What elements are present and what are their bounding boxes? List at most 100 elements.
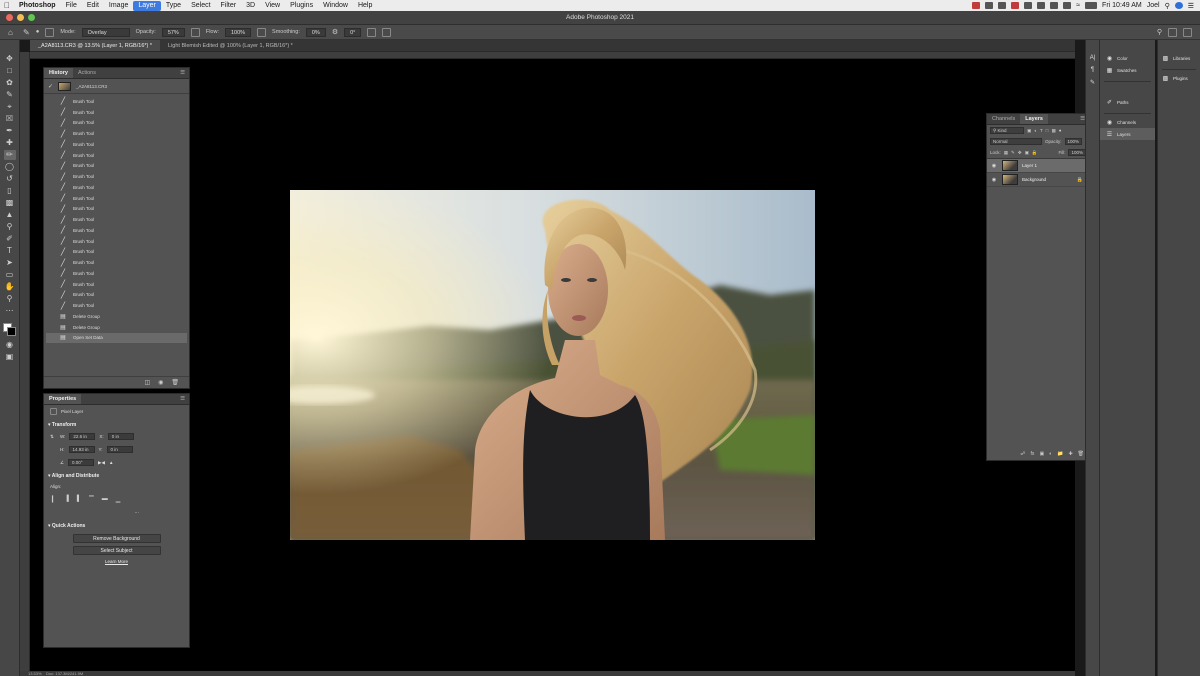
lock-image-icon[interactable]: ✎ (1011, 150, 1015, 156)
menu-help[interactable]: Help (353, 0, 377, 11)
eyedropper-tool-icon[interactable]: ✒ (4, 126, 16, 136)
dock-item-color[interactable]: ◉ Color (1100, 52, 1155, 64)
snapshot-brush-source-icon[interactable]: ✓ (48, 83, 53, 90)
search-icon[interactable]: ⚲ (1157, 28, 1162, 37)
status-bluetooth-icon[interactable] (1050, 2, 1059, 9)
link-dimensions-icon[interactable]: ⇅ (50, 434, 56, 440)
lock-position-icon[interactable]: ✥ (1018, 150, 1022, 156)
vertical-ruler[interactable] (20, 52, 30, 676)
background-color-swatch[interactable] (6, 327, 16, 336)
blur-tool-icon[interactable]: ▲ (4, 210, 16, 220)
zoom-tool-icon[interactable]: ⚲ (4, 294, 16, 304)
history-step[interactable]: ╱ Brush Tool (46, 236, 187, 247)
wifi-icon[interactable]: ≈ (1076, 2, 1080, 9)
history-snapshot[interactable]: ✓ _A2A8113.CR3 (44, 79, 189, 94)
horizontal-ruler[interactable] (30, 52, 1075, 59)
airbrush-icon[interactable] (257, 27, 267, 37)
more-options-icon[interactable]: ⋯ (135, 510, 140, 516)
history-step[interactable]: ╱ Brush Tool (46, 257, 187, 268)
layer-row-background[interactable]: ◉ Background 🔒 (987, 173, 1089, 187)
width-field[interactable]: 22.6 in (69, 433, 96, 440)
hand-tool-icon[interactable]: ✋ (4, 282, 16, 292)
dock-icon-brush[interactable]: ✎ (1086, 76, 1099, 88)
align-section-title[interactable]: ▾ Align and Distribute (44, 469, 189, 481)
dock-item-layers[interactable]: ☰ Layers (1100, 128, 1155, 140)
angle-field[interactable]: 0.00° (68, 459, 95, 466)
brush-tool-icon[interactable]: ✎ (23, 28, 30, 37)
history-step[interactable]: ▤ Delete Group (46, 322, 187, 333)
history-brush-tool-icon[interactable]: ↺ (4, 174, 16, 184)
new-layer-icon[interactable]: ✚ (1068, 451, 1072, 457)
lasso-tool-icon[interactable]: ✿ (4, 78, 16, 88)
delete-layer-icon[interactable]: 🗑 (1078, 451, 1084, 457)
menubar-user[interactable]: Joel (1147, 2, 1160, 9)
smoothing-settings-icon[interactable]: ⚙ (332, 28, 338, 36)
marquee-tool-icon[interactable]: □ (4, 66, 16, 76)
add-mask-icon[interactable]: ▣ (1039, 451, 1044, 457)
layer-opacity-input[interactable]: 100% (1064, 138, 1083, 145)
path-selection-tool-icon[interactable]: ➤ (4, 258, 16, 268)
filter-toggle-icon[interactable]: ● (1059, 128, 1062, 133)
document-tab-active[interactable]: _A2A8113.CR3 @ 13.5% (Layer 1, RGB/16*) … (30, 40, 161, 51)
menu-type[interactable]: Type (161, 0, 186, 11)
align-top-icon[interactable]: ▔ (89, 496, 94, 503)
new-document-from-state-icon[interactable]: ◫ (144, 379, 150, 386)
dock-item-plugins[interactable]: ▩ Plugins (1158, 72, 1200, 84)
menu-layer[interactable]: Layer (133, 0, 161, 11)
menu-plugins[interactable]: Plugins (285, 0, 318, 11)
history-step[interactable]: ╱ Brush Tool (46, 204, 187, 215)
history-step[interactable]: ╱ Brush Tool (46, 171, 187, 182)
control-center-icon[interactable]: ☰ (1188, 2, 1194, 10)
quick-select-tool-icon[interactable]: ✎ (4, 90, 16, 100)
healing-brush-tool-icon[interactable]: ✚ (4, 138, 16, 148)
symmetry-icon[interactable] (382, 27, 392, 37)
smoothing-input[interactable]: 0% (305, 27, 326, 37)
history-step[interactable]: ╱ Brush Tool (46, 139, 187, 150)
tab-layers[interactable]: Layers (1020, 114, 1048, 124)
move-tool-icon[interactable]: ✥ (4, 54, 16, 64)
dock-item-swatches[interactable]: ▦ Swatches (1100, 64, 1155, 76)
history-step[interactable]: ╱ Brush Tool (46, 300, 187, 311)
spotlight-search-icon[interactable]: ⚲ (1165, 2, 1170, 10)
new-group-icon[interactable]: 📁 (1057, 451, 1063, 457)
history-step[interactable]: ╱ Brush Tool (46, 290, 187, 301)
history-step[interactable]: ╱ Brush Tool (46, 118, 187, 129)
learn-more-link[interactable]: Learn More (44, 559, 189, 564)
align-center-icon[interactable]: ▐ (65, 496, 69, 503)
more-tools-icon[interactable]: ⋯ (4, 306, 16, 316)
brush-size-preset[interactable]: ● (36, 29, 40, 35)
flip-horizontal-icon[interactable]: ▶◀ (98, 460, 105, 466)
filter-smart-object-icon[interactable]: ▩ (1051, 128, 1055, 134)
history-step[interactable]: ╱ Brush Tool (46, 268, 187, 279)
filter-type-icon[interactable]: T (1040, 128, 1043, 133)
dock-item-paths[interactable]: ✐ Paths (1100, 96, 1155, 108)
portrait-photo[interactable] (290, 190, 815, 540)
color-swatches[interactable] (2, 322, 18, 338)
history-step[interactable]: ╱ Brush Tool (46, 161, 187, 172)
status-volume-icon[interactable] (1063, 2, 1072, 9)
status-grid-icon[interactable] (985, 2, 994, 9)
crop-tool-icon[interactable]: ⌖ (4, 102, 16, 112)
eraser-tool-icon[interactable]: ▯ (4, 186, 16, 196)
home-icon[interactable]: ⌂ (8, 28, 17, 37)
menu-filter[interactable]: Filter (216, 0, 242, 11)
fill-input[interactable]: 100% (1068, 149, 1086, 156)
lock-all-icon[interactable]: 🔒 (1032, 150, 1038, 156)
tab-properties[interactable]: Properties (44, 394, 82, 404)
history-step[interactable]: ╱ Brush Tool (46, 96, 187, 107)
filter-adjustment-icon[interactable]: ◐ (1034, 128, 1037, 133)
history-step[interactable]: ╱ Brush Tool (46, 214, 187, 225)
layer-filter-select[interactable]: ⚲ Kind (990, 127, 1024, 134)
panel-menu-icon[interactable]: ☰ (180, 394, 189, 404)
status-camera-icon[interactable] (1024, 2, 1033, 9)
layer-name[interactable]: Layer 1 (1022, 163, 1037, 168)
visibility-eye-icon[interactable]: ◉ (990, 163, 998, 169)
battery-icon[interactable] (1085, 2, 1098, 9)
align-bottom-icon[interactable]: ▁ (116, 496, 121, 503)
quick-mask-icon[interactable]: ◉ (4, 340, 16, 350)
quick-actions-section-title[interactable]: ▾ Quick Actions (44, 519, 189, 531)
transform-section-title[interactable]: ▾ Transform (44, 418, 189, 430)
visibility-eye-icon[interactable]: ◉ (990, 177, 998, 183)
menu-select[interactable]: Select (186, 0, 215, 11)
link-layers-icon[interactable]: ☍ (1020, 451, 1025, 457)
